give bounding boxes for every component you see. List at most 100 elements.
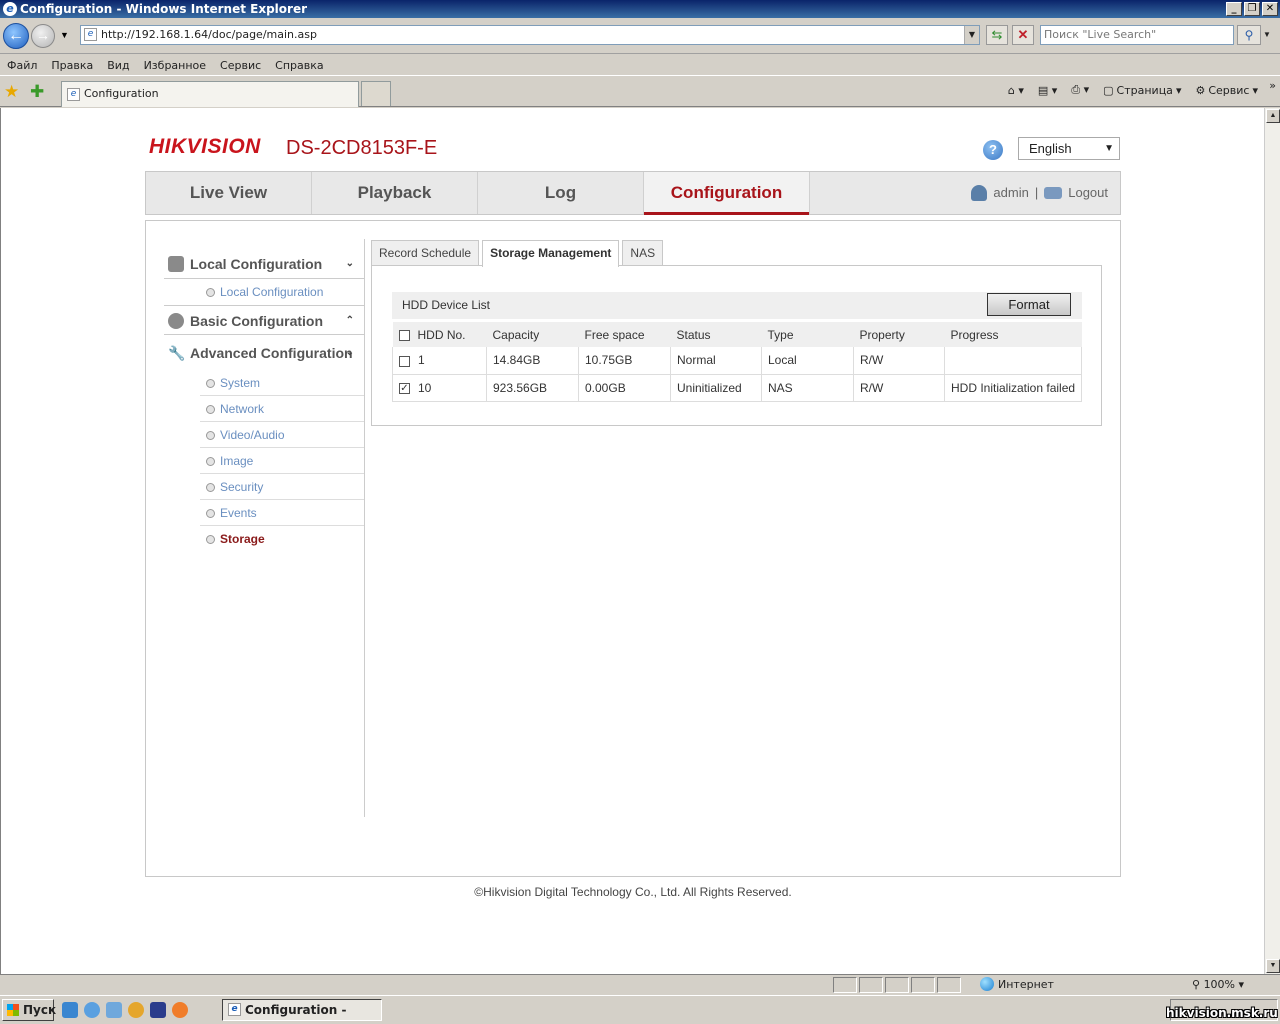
explorer-icon[interactable] — [106, 1002, 122, 1018]
watermark: hikvision.msk.ru — [1166, 1006, 1278, 1020]
language-select[interactable]: English ▼ — [1018, 137, 1120, 160]
sidebar-item-system[interactable]: System — [200, 370, 364, 396]
chevron-down-icon: ▼ — [1104, 143, 1114, 154]
row-checkbox-checked[interactable]: ✓ — [399, 382, 410, 394]
sidebar-item-local-configuration[interactable]: Local Configuration — [200, 279, 364, 305]
start-button[interactable]: Пуск — [2, 999, 56, 1021]
media-player-icon[interactable] — [84, 1002, 100, 1018]
address-input[interactable]: e http://192.168.1.64/doc/page/main.asp … — [80, 25, 980, 45]
device-model: DS-2CD8153F-E — [286, 137, 438, 159]
cell-capacity: 923.56GB — [486, 374, 579, 402]
app-icon[interactable] — [128, 1002, 144, 1018]
favorites-star-icon[interactable]: ★ — [4, 82, 19, 102]
stop-button[interactable]: ✕ — [1012, 25, 1034, 45]
gear-icon: ⚙ — [1195, 83, 1206, 97]
config-content: Local Configuration ⌄ Local Configuratio… — [145, 220, 1121, 877]
config-sidebar: Local Configuration ⌄ Local Configuratio… — [164, 239, 365, 817]
menu-view[interactable]: Вид — [100, 59, 136, 72]
tab-storage-management[interactable]: Storage Management — [482, 240, 620, 267]
menu-file[interactable]: Файл — [0, 59, 44, 72]
sidebar-item-video-audio[interactable]: Video/Audio — [200, 422, 364, 448]
address-dropdown-icon[interactable]: ▼ — [964, 26, 979, 44]
taskbar-window-label: Configuration - Windo... — [245, 1003, 347, 1024]
feeds-button[interactable]: ▤ ▾ — [1038, 84, 1057, 97]
cell-type: Local — [761, 347, 854, 375]
minimize-button[interactable]: _ — [1226, 2, 1242, 16]
save-app-icon[interactable] — [150, 1002, 166, 1018]
tools-menu-button[interactable]: ⚙ Сервис ▾ — [1195, 84, 1258, 97]
menu-tools[interactable]: Сервис — [213, 59, 268, 72]
maximize-button[interactable]: ❐ — [1244, 2, 1260, 16]
page-menu-label: Страница — [1116, 83, 1173, 97]
tab-record-schedule[interactable]: Record Schedule — [371, 240, 480, 265]
sidebar-item-storage[interactable]: Storage — [200, 526, 364, 552]
zone-label: Интернет — [998, 977, 1054, 991]
col-status: Status — [670, 322, 762, 347]
browser-tab-title: Configuration — [84, 87, 159, 100]
taskbar-window-button[interactable]: e Configuration - Windo... — [222, 999, 382, 1024]
new-tab-button[interactable] — [361, 81, 391, 106]
main-navigation: Live View Playback Log Configuration adm… — [145, 171, 1121, 215]
sidebar-item-image[interactable]: Image — [200, 448, 364, 474]
window-title-bar: e Configuration - Windows Internet Explo… — [0, 0, 1280, 18]
user-area: admin | Logout — [971, 172, 1108, 214]
chevron-down-icon: ⌄ — [345, 258, 354, 269]
search-input[interactable]: Поиск "Live Search" — [1040, 25, 1234, 45]
logout-icon[interactable] — [1044, 187, 1063, 199]
page-icon: e — [228, 1003, 241, 1016]
sidebar-item-security[interactable]: Security — [200, 474, 364, 500]
scroll-up-icon[interactable]: ▲ — [1266, 109, 1280, 123]
zoom-icon: ⚲ — [1192, 978, 1204, 991]
chevron-down-icon: ⌄ — [345, 347, 354, 358]
print-button[interactable]: ⎙ ▾ — [1071, 83, 1089, 97]
browser-tab-configuration[interactable]: e Configuration — [61, 81, 359, 107]
history-dropdown-icon[interactable]: ▼ — [60, 30, 69, 40]
select-all-checkbox[interactable] — [398, 329, 410, 341]
table-row[interactable]: 1 14.84GB 10.75GB Normal Local R/W — [392, 347, 1082, 375]
refresh-button[interactable]: ⇆ — [986, 25, 1008, 45]
close-button[interactable]: ✕ — [1262, 2, 1278, 16]
menu-edit[interactable]: Правка — [44, 59, 100, 72]
home-button[interactable]: ⌂ ▾ — [1008, 84, 1024, 97]
quick-launch — [62, 1002, 188, 1018]
format-button[interactable]: Format — [987, 293, 1071, 316]
local-config-icon — [168, 256, 184, 272]
security-zone[interactable]: Интернет — [980, 977, 1054, 991]
toolbar-overflow-icon[interactable]: » — [1269, 79, 1276, 92]
zoom-value: 100% — [1203, 978, 1236, 991]
sidebar-basic-configuration[interactable]: Basic Configuration ⌃ — [164, 305, 364, 335]
menu-bar: Файл Правка Вид Избранное Сервис Справка — [0, 55, 1280, 76]
scroll-down-icon[interactable]: ▼ — [1266, 959, 1280, 973]
row-checkbox[interactable] — [399, 355, 410, 367]
menu-help[interactable]: Справка — [268, 59, 330, 72]
tab-live-view[interactable]: Live View — [146, 172, 312, 214]
sidebar-advanced-configuration[interactable]: 🔧 Advanced Configuration ⌄ — [164, 338, 364, 368]
page-menu-button[interactable]: ▢ Страница ▾ — [1103, 84, 1181, 97]
sidebar-item-network[interactable]: Network — [200, 396, 364, 422]
zoom-control[interactable]: ⚲ 100% ▾ — [1192, 978, 1244, 991]
tab-nas[interactable]: NAS — [622, 240, 664, 265]
help-icon[interactable]: ? — [983, 140, 1003, 160]
globe-icon — [980, 977, 994, 991]
forward-button[interactable]: → — [31, 24, 55, 48]
sidebar-item-events[interactable]: Events — [200, 500, 364, 526]
firefox-icon[interactable] — [172, 1002, 188, 1018]
add-favorite-icon[interactable]: ✚ — [30, 82, 44, 102]
ie-launch-icon[interactable] — [62, 1002, 78, 1018]
menu-favorites[interactable]: Избранное — [137, 59, 213, 72]
tab-log[interactable]: Log — [478, 172, 644, 214]
back-button[interactable]: ← — [3, 23, 29, 49]
sidebar-local-configuration[interactable]: Local Configuration ⌄ — [164, 249, 364, 279]
tab-playback[interactable]: Playback — [312, 172, 478, 214]
cell-hdd-no: 1 — [392, 347, 487, 375]
search-options-icon[interactable]: ▼ — [1263, 30, 1271, 39]
tab-configuration[interactable]: Configuration — [644, 172, 810, 215]
col-progress: Progress — [944, 322, 1082, 347]
hdd-list-title: HDD Device List — [392, 292, 1082, 319]
col-hdd-no-label: HDD No. — [417, 327, 466, 342]
search-button[interactable]: ⚲ — [1237, 25, 1261, 45]
table-row[interactable]: ✓ 10 923.56GB 0.00GB Uninitialized NAS R/… — [392, 374, 1082, 402]
logout-link[interactable]: Logout — [1068, 172, 1108, 214]
sidebar-section-label: Basic Configuration — [190, 313, 324, 329]
vertical-scrollbar[interactable]: ▲ ▼ — [1264, 108, 1280, 974]
